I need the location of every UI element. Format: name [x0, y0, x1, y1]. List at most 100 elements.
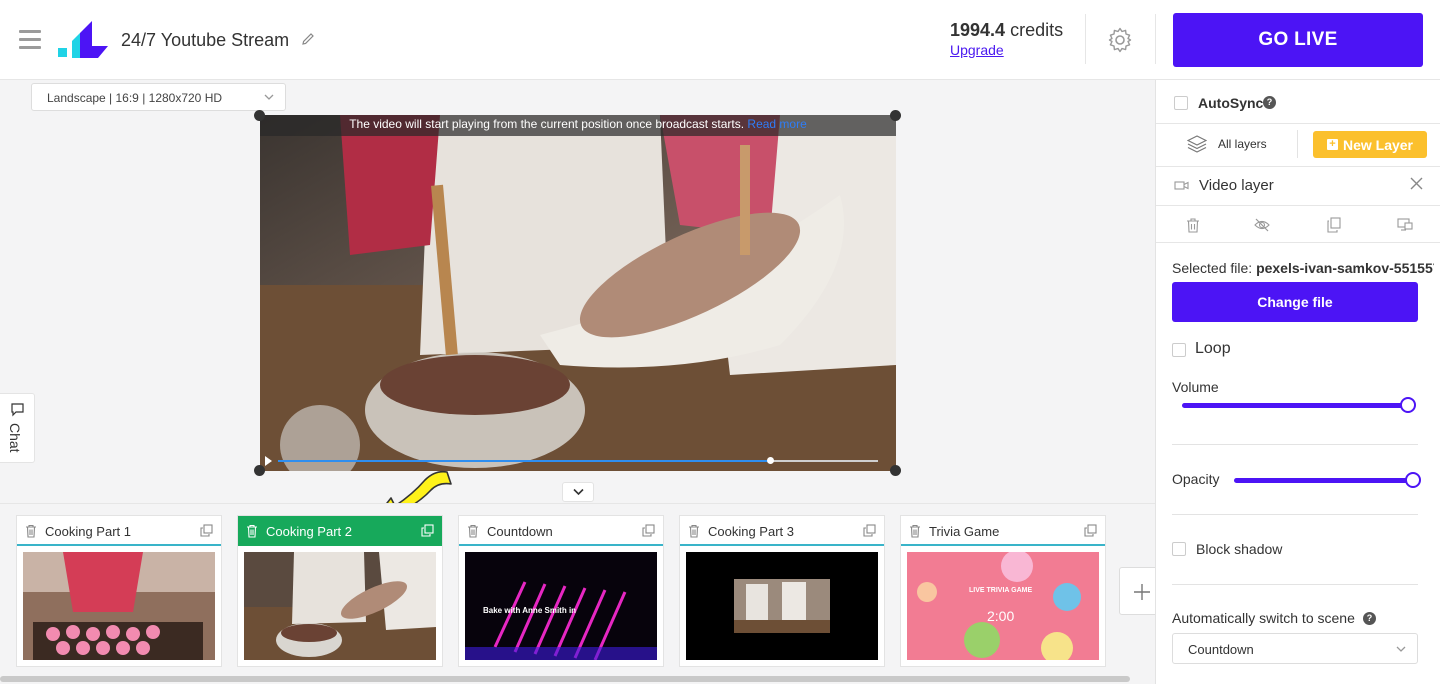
- opacity-slider[interactable]: [1234, 478, 1413, 483]
- screen-icon[interactable]: [1397, 217, 1413, 233]
- loop-checkbox[interactable]: [1172, 343, 1186, 357]
- plus-icon: +: [1326, 139, 1338, 150]
- thumbnail-text: LIVE TRIVIA GAME: [969, 587, 1033, 594]
- pencil-icon[interactable]: [300, 31, 316, 47]
- divider: [1172, 444, 1418, 445]
- camera-icon: [1174, 181, 1189, 190]
- volume-slider-knob[interactable]: [1400, 397, 1416, 413]
- divider: [1297, 130, 1298, 158]
- chevron-down-icon: [1396, 646, 1406, 652]
- scenes-scrollbar[interactable]: [0, 676, 1130, 682]
- divider: [1156, 123, 1440, 124]
- menu-icon[interactable]: [19, 30, 41, 50]
- trash-icon[interactable]: [909, 524, 921, 538]
- close-icon[interactable]: [1410, 177, 1423, 190]
- divider: [1156, 166, 1440, 167]
- chat-icon: [11, 403, 24, 417]
- resize-handle[interactable]: [890, 465, 901, 476]
- scene-thumbnail: [686, 552, 878, 660]
- scene-name[interactable]: Cooking Part 2: [266, 524, 352, 539]
- scene-card[interactable]: Countdown Bake with Anne Smith in: [458, 515, 664, 667]
- thumbnail-text: Bake with Anne Smith in: [483, 606, 577, 615]
- resize-handle[interactable]: [254, 465, 265, 476]
- autosync-checkbox[interactable]: [1174, 96, 1188, 110]
- scene-header: Cooking Part 3: [680, 516, 884, 546]
- volume-label: Volume: [1172, 379, 1219, 395]
- layer-title: Video layer: [1199, 177, 1274, 194]
- layout-select[interactable]: Landscape | 16:9 | 1280x720 HD: [31, 83, 286, 111]
- progress-knob[interactable]: [767, 457, 774, 464]
- chat-label: Chat: [7, 423, 23, 453]
- scene-header: Countdown: [459, 516, 663, 546]
- scene-thumbnail: Bake with Anne Smith in: [465, 552, 657, 660]
- trash-icon[interactable]: [688, 524, 700, 538]
- credits-value: 1994.4: [950, 20, 1006, 40]
- chevron-down-icon: [573, 488, 584, 496]
- new-layer-button[interactable]: + New Layer: [1313, 131, 1427, 158]
- resize-handle[interactable]: [890, 110, 901, 121]
- layer-properties-panel: AutoSync ? All layers + New Layer Video …: [1155, 80, 1440, 684]
- scene-card[interactable]: Trivia Game LIVE TRIVIA GAME 2:00: [900, 515, 1106, 667]
- upgrade-link[interactable]: Upgrade: [950, 42, 1004, 58]
- help-icon[interactable]: ?: [1363, 612, 1376, 625]
- trash-icon[interactable]: [1185, 217, 1201, 233]
- scene-card-active[interactable]: Cooking Part 2: [237, 515, 443, 667]
- change-file-button[interactable]: Change file: [1172, 282, 1418, 322]
- trash-icon[interactable]: [25, 524, 37, 538]
- resize-handle[interactable]: [254, 110, 265, 121]
- autosync-label: AutoSync: [1198, 95, 1264, 111]
- chevron-down-icon: [264, 94, 274, 100]
- video-frame: [260, 115, 896, 471]
- new-layer-label: New Layer: [1342, 136, 1414, 153]
- video-progress[interactable]: [278, 457, 878, 464]
- trash-icon[interactable]: [467, 524, 479, 538]
- auto-switch-value: Countdown: [1188, 642, 1254, 657]
- block-shadow-checkbox[interactable]: [1172, 542, 1186, 556]
- copy-icon[interactable]: [200, 524, 213, 537]
- all-layers-label[interactable]: All layers: [1218, 137, 1267, 151]
- divider: [1155, 14, 1156, 64]
- scene-name[interactable]: Countdown: [487, 524, 553, 539]
- divider: [1172, 514, 1418, 515]
- stream-preview[interactable]: The video will start playing from the cu…: [260, 115, 896, 471]
- credits-display: 1994.4 credits: [950, 20, 1063, 41]
- scene-header: Trivia Game: [901, 516, 1105, 546]
- scene-name[interactable]: Cooking Part 1: [45, 524, 131, 539]
- credits-label: credits: [1010, 20, 1064, 40]
- auto-switch-select[interactable]: Countdown: [1172, 633, 1418, 664]
- help-icon[interactable]: ?: [1263, 96, 1276, 109]
- progress-fill: [278, 460, 770, 462]
- scene-name[interactable]: Cooking Part 3: [708, 524, 794, 539]
- copy-icon[interactable]: [1084, 524, 1097, 537]
- divider: [1156, 242, 1440, 243]
- opacity-label: Opacity: [1172, 471, 1220, 487]
- selected-file: Selected file: pexels-ivan-samkov-551557: [1172, 260, 1434, 276]
- collapse-scenes-button[interactable]: [562, 482, 594, 502]
- divider: [1172, 584, 1418, 585]
- thumbnail-countdown: 2:00: [987, 608, 1015, 624]
- opacity-slider-knob[interactable]: [1405, 472, 1421, 488]
- go-live-button[interactable]: GO LIVE: [1173, 13, 1423, 67]
- scene-name[interactable]: Trivia Game: [929, 524, 999, 539]
- duplicate-icon[interactable]: [1326, 217, 1342, 233]
- copy-icon[interactable]: [863, 524, 876, 537]
- scene-card[interactable]: Cooking Part 3: [679, 515, 885, 667]
- scene-card[interactable]: Cooking Part 1: [16, 515, 222, 667]
- loop-label: Loop: [1195, 340, 1231, 357]
- eye-off-icon[interactable]: [1254, 217, 1270, 233]
- volume-slider[interactable]: [1182, 403, 1408, 408]
- selected-file-label: Selected file:: [1172, 260, 1253, 276]
- read-more-link[interactable]: Read more: [747, 117, 806, 131]
- play-icon[interactable]: [265, 456, 272, 466]
- top-bar: 24/7 Youtube Stream 1994.4 credits Upgra…: [0, 0, 1440, 80]
- auto-switch-label: Automatically switch to scene: [1172, 610, 1355, 626]
- copy-icon[interactable]: [642, 524, 655, 537]
- stream-title[interactable]: 24/7 Youtube Stream: [121, 30, 289, 51]
- copy-icon[interactable]: [421, 524, 434, 537]
- chat-tab[interactable]: Chat: [0, 393, 35, 463]
- scene-header: Cooking Part 2: [238, 516, 442, 546]
- gear-icon[interactable]: [1106, 26, 1134, 54]
- scene-thumbnail: LIVE TRIVIA GAME 2:00: [907, 552, 1099, 660]
- trash-icon[interactable]: [246, 524, 258, 538]
- layers-icon[interactable]: [1187, 135, 1207, 153]
